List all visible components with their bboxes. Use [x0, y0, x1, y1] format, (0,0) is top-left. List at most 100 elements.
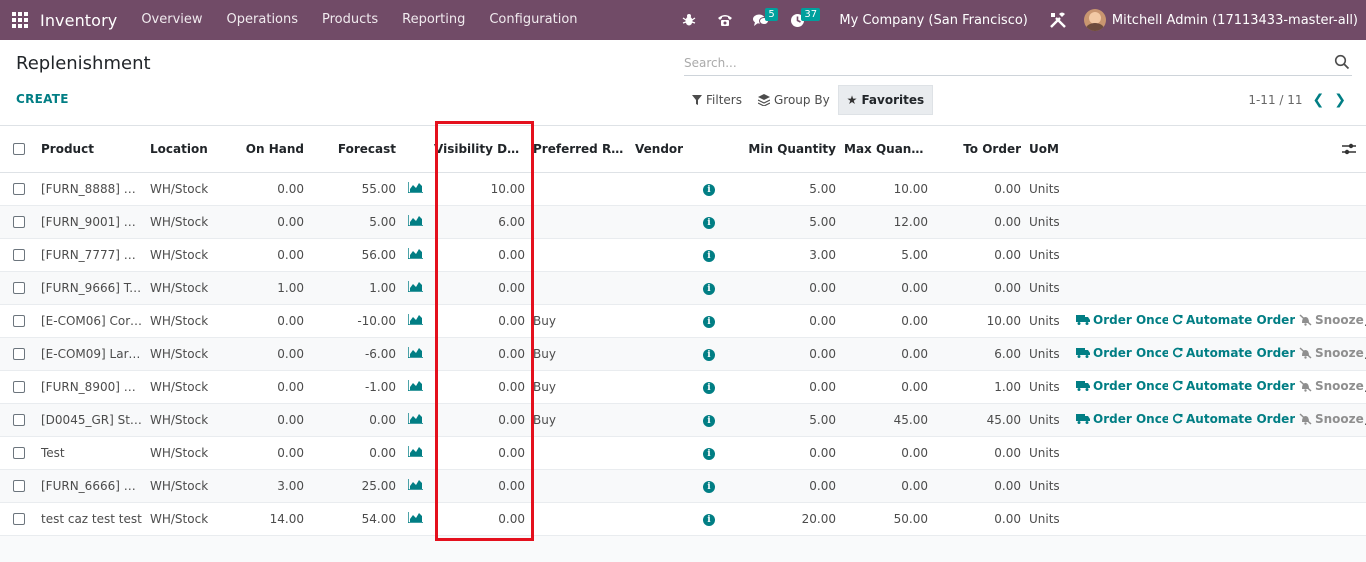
pager-value[interactable]: 1-11 / 11: [1248, 93, 1302, 107]
cell-location[interactable]: WH/Stock: [146, 436, 236, 470]
cell-visibility-days[interactable]: 10.00: [430, 172, 529, 206]
table-row[interactable]: [FURN_7777] O... WH/Stock 0.00 56.00 0.00 i 3.…: [0, 238, 1366, 272]
cell-visibility-days[interactable]: 0.00: [430, 337, 529, 371]
cell-location[interactable]: WH/Stock: [146, 271, 236, 305]
cell-uom[interactable]: Units: [1025, 370, 1072, 404]
snooze-button[interactable]: Snooze: [1299, 379, 1364, 393]
table-row[interactable]: [FURN_6666] A... WH/Stock 3.00 25.00 0.00 i 0.…: [0, 469, 1366, 503]
row-checkbox[interactable]: [12, 216, 25, 228]
cell-min-quantity[interactable]: 0.00: [723, 370, 840, 404]
column-header-visibility-days[interactable]: Visibility Days: [430, 126, 529, 173]
column-header-on-hand[interactable]: On Hand: [236, 126, 308, 173]
cell-uom[interactable]: Units: [1025, 172, 1072, 206]
forecast-graph-icon[interactable]: [406, 280, 423, 293]
row-checkbox[interactable]: [12, 249, 25, 261]
cell-to-order[interactable]: 0.00: [932, 436, 1025, 470]
cell-visibility-days[interactable]: 0.00: [430, 271, 529, 305]
cell-min-quantity[interactable]: 0.00: [723, 436, 840, 470]
search-input[interactable]: [684, 52, 1304, 74]
cell-to-order[interactable]: 10.00: [932, 304, 1025, 338]
info-icon[interactable]: i: [703, 514, 715, 526]
cell-forecast[interactable]: 1.00: [308, 271, 400, 305]
cell-uom[interactable]: Units: [1025, 238, 1072, 272]
cell-location[interactable]: WH/Stock: [146, 469, 236, 503]
cell-on-hand[interactable]: 0.00: [236, 403, 308, 437]
cell-on-hand[interactable]: 14.00: [236, 502, 308, 536]
row-checkbox[interactable]: [12, 282, 25, 294]
select-all-checkbox[interactable]: [12, 143, 25, 156]
snooze-button[interactable]: Snooze: [1299, 346, 1364, 360]
cell-visibility-days[interactable]: 0.00: [430, 436, 529, 470]
table-row[interactable]: [D0045_GR] Sto... WH/Stock 0.00 0.00 0.00 Buy…: [0, 403, 1366, 437]
table-row[interactable]: [FURN_9001] Fli... WH/Stock 0.00 5.00 6.00 i 5…: [0, 205, 1366, 239]
phone-icon[interactable]: [707, 0, 743, 40]
cell-preferred-route[interactable]: [529, 469, 631, 503]
column-header-forecast[interactable]: Forecast: [308, 126, 400, 173]
forecast-graph-icon[interactable]: [406, 313, 423, 326]
column-header-max-quantity[interactable]: Max Quantity: [840, 126, 932, 173]
cell-product[interactable]: [E-COM09] Larg...: [37, 337, 146, 371]
forecast-graph-icon[interactable]: [406, 478, 423, 491]
cell-visibility-days[interactable]: 0.00: [430, 304, 529, 338]
info-icon[interactable]: i: [703, 382, 715, 394]
cell-preferred-route[interactable]: [529, 205, 631, 239]
cell-preferred-route[interactable]: Buy: [529, 370, 631, 404]
cell-min-quantity[interactable]: 0.00: [723, 271, 840, 305]
cell-max-quantity[interactable]: 50.00: [840, 502, 932, 536]
user-menu[interactable]: Mitchell Admin (17113433-master-all): [1112, 13, 1366, 28]
cell-uom[interactable]: Units: [1025, 502, 1072, 536]
cell-to-order[interactable]: 0.00: [932, 205, 1025, 239]
cell-location[interactable]: WH/Stock: [146, 370, 236, 404]
cell-on-hand[interactable]: 0.00: [236, 172, 308, 206]
cell-preferred-route[interactable]: Buy: [529, 304, 631, 338]
cell-product[interactable]: test caz test test: [37, 502, 146, 536]
info-icon[interactable]: i: [703, 349, 715, 361]
cell-uom[interactable]: Units: [1025, 436, 1072, 470]
cell-uom[interactable]: Units: [1025, 337, 1072, 371]
cell-forecast[interactable]: -6.00: [308, 337, 400, 371]
menu-products[interactable]: Products: [310, 0, 390, 40]
cell-preferred-route[interactable]: Buy: [529, 337, 631, 371]
cell-max-quantity[interactable]: 10.00: [840, 172, 932, 206]
cell-location[interactable]: WH/Stock: [146, 172, 236, 206]
order-once-button[interactable]: Order Once: [1076, 346, 1168, 360]
cell-product[interactable]: Test: [37, 436, 146, 470]
info-icon[interactable]: i: [703, 448, 715, 460]
cell-forecast[interactable]: -10.00: [308, 304, 400, 338]
automate-orders-button[interactable]: Automate Orders: [1172, 313, 1295, 327]
table-row[interactable]: [FURN_8888] O... WH/Stock 0.00 55.00 10.00 i 5…: [0, 172, 1366, 206]
order-once-button[interactable]: Order Once: [1076, 412, 1168, 426]
cell-visibility-days[interactable]: 0.00: [430, 403, 529, 437]
cell-product[interactable]: [FURN_8900] Dr...: [37, 370, 146, 404]
order-once-button[interactable]: Order Once: [1076, 379, 1168, 393]
cell-on-hand[interactable]: 0.00: [236, 337, 308, 371]
cell-forecast[interactable]: 54.00: [308, 502, 400, 536]
cell-to-order[interactable]: 0.00: [932, 469, 1025, 503]
cell-preferred-route[interactable]: [529, 271, 631, 305]
apps-menu-icon[interactable]: [0, 0, 40, 40]
cell-min-quantity[interactable]: 5.00: [723, 172, 840, 206]
automate-orders-button[interactable]: Automate Orders: [1172, 379, 1295, 393]
cell-preferred-route[interactable]: [529, 172, 631, 206]
info-icon[interactable]: i: [703, 184, 715, 196]
pager-next-icon[interactable]: ❯: [1334, 92, 1346, 108]
forecast-graph-icon[interactable]: [406, 379, 423, 392]
forecast-graph-icon[interactable]: [406, 346, 423, 359]
cell-location[interactable]: WH/Stock: [146, 205, 236, 239]
favorites-button[interactable]: ★ Favorites: [837, 85, 934, 115]
cell-location[interactable]: WH/Stock: [146, 403, 236, 437]
cell-to-order[interactable]: 0.00: [932, 502, 1025, 536]
forecast-graph-icon[interactable]: [406, 445, 423, 458]
cell-product[interactable]: [FURN_7777] O...: [37, 238, 146, 272]
forecast-graph-icon[interactable]: [406, 214, 423, 227]
info-icon[interactable]: i: [703, 316, 715, 328]
app-name[interactable]: Inventory: [40, 11, 117, 30]
filters-button[interactable]: Filters: [684, 85, 750, 115]
cell-visibility-days[interactable]: 6.00: [430, 205, 529, 239]
cell-product[interactable]: [FURN_8888] O...: [37, 172, 146, 206]
cell-max-quantity[interactable]: 0.00: [840, 271, 932, 305]
cell-max-quantity[interactable]: 0.00: [840, 337, 932, 371]
forecast-graph-icon[interactable]: [406, 247, 423, 260]
snooze-button[interactable]: Snooze: [1299, 412, 1364, 426]
cell-forecast[interactable]: -1.00: [308, 370, 400, 404]
